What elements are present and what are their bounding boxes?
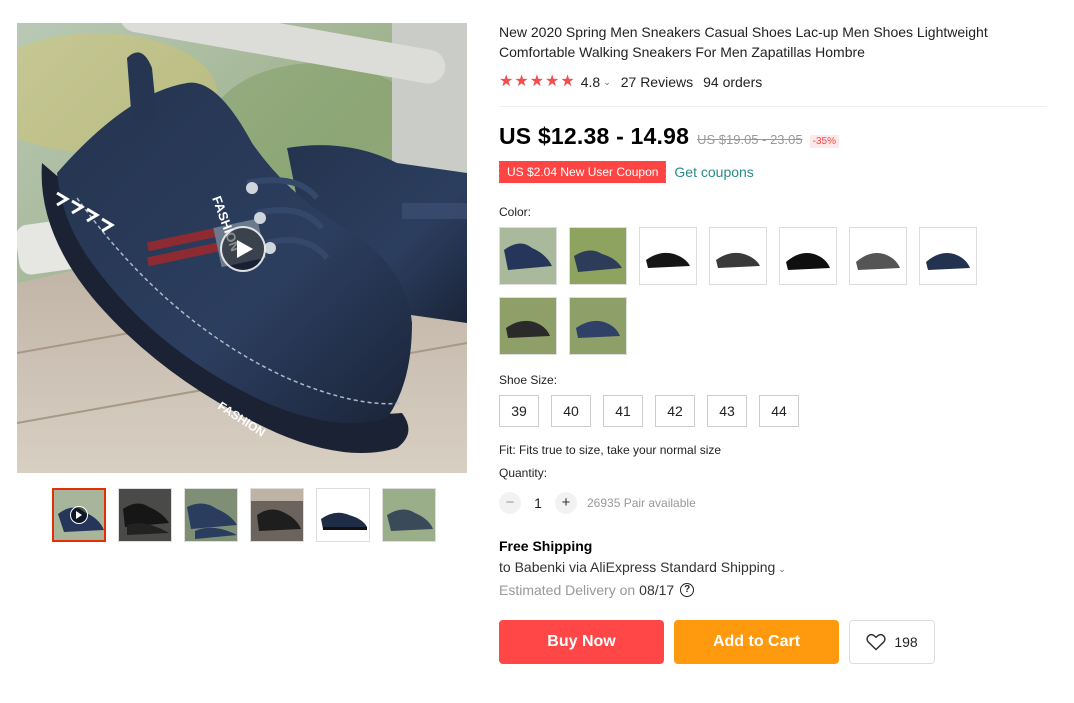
thumbnail-shoe-icon bbox=[185, 489, 237, 541]
reviews-link[interactable]: 27 Reviews bbox=[621, 74, 693, 90]
color-option-black-1[interactable] bbox=[639, 227, 697, 285]
color-option-grey[interactable] bbox=[849, 227, 907, 285]
price-row: US $12.38 - 14.98 US $19.05 - 23.05 -35% bbox=[499, 123, 1054, 150]
thumbnail-shoe-icon bbox=[317, 489, 369, 541]
get-coupons-link[interactable]: Get coupons bbox=[674, 164, 753, 180]
size-option-41[interactable]: 41 bbox=[603, 395, 643, 427]
coupon-row: US $2.04 New User Coupon Get coupons bbox=[496, 161, 1054, 183]
quantity-decrease-button[interactable]: − bbox=[499, 492, 521, 514]
size-option-44[interactable]: 44 bbox=[759, 395, 799, 427]
estimated-delivery: Estimated Delivery on 08/17 ? bbox=[499, 582, 1054, 598]
shipping-method[interactable]: to Babenki via AliExpress Standard Shipp… bbox=[499, 559, 1054, 575]
shoe-swatch-icon bbox=[500, 298, 556, 354]
available-stock: 26935 Pair available bbox=[587, 496, 696, 510]
chevron-down-icon[interactable]: ⌄ bbox=[603, 77, 611, 88]
thumbnail-strip bbox=[52, 488, 436, 542]
main-product-image[interactable]: FASHION FASHION bbox=[17, 23, 467, 473]
estimated-delivery-label: Estimated Delivery on bbox=[499, 582, 636, 598]
shoe-swatch-icon bbox=[780, 228, 836, 284]
color-option-black-3[interactable] bbox=[779, 227, 837, 285]
thumbnail-4[interactable] bbox=[250, 488, 304, 542]
thumbnail-2[interactable] bbox=[118, 488, 172, 542]
rating-row: ★ ★ ★ ★ ★ 4.8 ⌄ 27 Reviews 94 orders bbox=[499, 72, 1054, 92]
shoe-swatch-icon bbox=[850, 228, 906, 284]
divider bbox=[499, 106, 1047, 107]
star-icon: ★ bbox=[545, 73, 560, 90]
add-to-cart-button[interactable]: Add to Cart bbox=[674, 620, 839, 664]
discount-badge: -35% bbox=[809, 135, 839, 148]
thumbnail-1[interactable] bbox=[52, 488, 106, 542]
buy-now-button[interactable]: Buy Now bbox=[499, 620, 664, 664]
shoe-swatch-icon bbox=[570, 228, 626, 284]
color-option-grass-blue[interactable] bbox=[569, 297, 627, 355]
play-icon bbox=[237, 240, 253, 258]
current-price: US $12.38 - 14.98 bbox=[499, 123, 690, 149]
play-video-button[interactable] bbox=[220, 226, 266, 272]
size-option-39[interactable]: 39 bbox=[499, 395, 539, 427]
original-price: US $19.05 - 23.05 bbox=[697, 132, 803, 147]
quantity-stepper: − 1 + 26935 Pair available bbox=[499, 491, 1054, 515]
size-options: 39 40 41 42 43 44 bbox=[499, 395, 1054, 427]
color-label: Color: bbox=[499, 205, 532, 219]
quantity-increase-button[interactable]: + bbox=[555, 492, 577, 514]
color-option-green-grass[interactable] bbox=[569, 227, 627, 285]
star-icon: ★ bbox=[514, 73, 529, 90]
thumbnail-3[interactable] bbox=[184, 488, 238, 542]
shipping-method-text: to Babenki via AliExpress Standard Shipp… bbox=[499, 559, 776, 575]
color-option-navy[interactable] bbox=[919, 227, 977, 285]
thumbnail-shoe-icon bbox=[119, 489, 171, 541]
product-title: New 2020 Spring Men Sneakers Casual Shoe… bbox=[499, 24, 988, 60]
shoe-swatch-icon bbox=[710, 228, 766, 284]
shoe-swatch-icon bbox=[500, 228, 556, 284]
estimated-delivery-date: 08/17 bbox=[639, 582, 675, 598]
rating-value[interactable]: 4.8 bbox=[581, 74, 600, 90]
thumbnail-5[interactable] bbox=[316, 488, 370, 542]
color-option-black-2[interactable] bbox=[709, 227, 767, 285]
star-rating[interactable]: ★ ★ ★ ★ ★ bbox=[499, 74, 575, 90]
star-icon: ★ bbox=[560, 73, 575, 90]
shoe-swatch-icon bbox=[570, 298, 626, 354]
color-swatches bbox=[499, 227, 999, 355]
thumbnail-shoe-icon bbox=[383, 489, 435, 541]
star-icon: ★ bbox=[499, 73, 514, 90]
thumbnail-shoe-icon bbox=[251, 489, 303, 541]
heart-icon bbox=[866, 633, 887, 651]
thumbnail-6[interactable] bbox=[382, 488, 436, 542]
chevron-down-icon: ⌄ bbox=[778, 564, 786, 574]
wishlist-count: 198 bbox=[894, 634, 918, 650]
product-info: New 2020 Spring Men Sneakers Casual Shoe… bbox=[496, 22, 1054, 664]
wishlist-button[interactable]: 198 bbox=[849, 620, 935, 664]
shipping-title: Free Shipping bbox=[499, 538, 593, 554]
size-option-40[interactable]: 40 bbox=[551, 395, 591, 427]
fit-note: Fit: Fits true to size, take your normal… bbox=[499, 443, 722, 457]
color-option-grass-black[interactable] bbox=[499, 297, 557, 355]
purchase-actions: Buy Now Add to Cart 198 bbox=[499, 620, 1054, 664]
shoe-swatch-icon bbox=[640, 228, 696, 284]
color-option-blue-canvas[interactable] bbox=[499, 227, 557, 285]
orders-count: 94 orders bbox=[703, 74, 763, 90]
help-icon[interactable]: ? bbox=[680, 583, 695, 597]
size-label: Shoe Size: bbox=[499, 373, 558, 387]
quantity-value[interactable]: 1 bbox=[521, 495, 555, 511]
size-option-42[interactable]: 42 bbox=[655, 395, 695, 427]
shoe-swatch-icon bbox=[920, 228, 976, 284]
size-option-43[interactable]: 43 bbox=[707, 395, 747, 427]
star-icon: ★ bbox=[529, 73, 545, 90]
play-icon bbox=[70, 506, 88, 524]
quantity-label: Quantity: bbox=[499, 466, 548, 480]
new-user-coupon-badge[interactable]: US $2.04 New User Coupon bbox=[496, 161, 667, 183]
